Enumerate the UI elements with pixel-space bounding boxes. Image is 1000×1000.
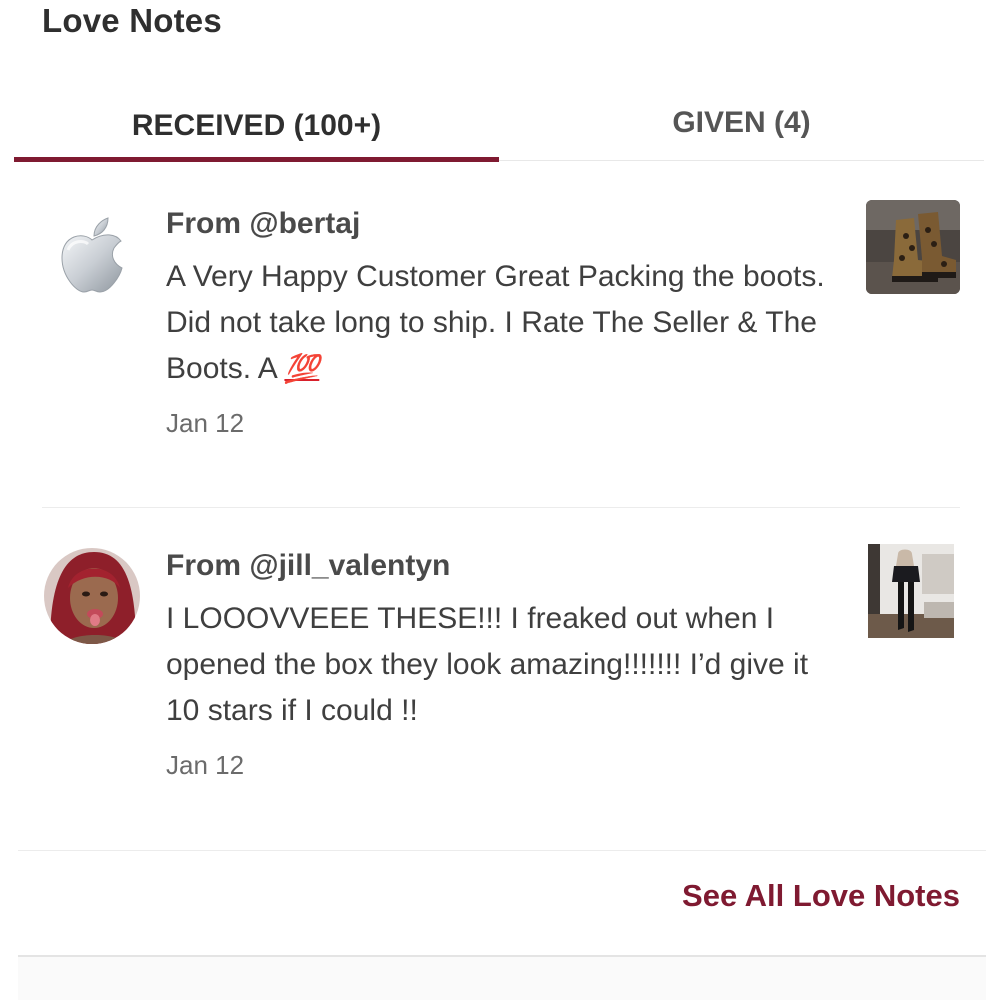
apple-logo-icon[interactable]: [48, 210, 136, 298]
note-body: I LOOOVVEEE THESE!!! I freaked out when …: [166, 602, 809, 727]
note-body-text: A Very Happy Customer Great Packing the …: [166, 260, 825, 385]
tab-received[interactable]: RECEIVED (100+): [14, 85, 499, 161]
hundred-points-icon: 💯: [284, 353, 320, 384]
note-date: Jan 12: [166, 408, 245, 438]
tab-divider: [499, 160, 984, 161]
see-all-love-notes-link[interactable]: See All Love Notes: [682, 878, 960, 914]
note-content: From @bertaj A Very Happy Customer Great…: [166, 198, 826, 439]
bottom-band: [18, 957, 986, 1000]
note-body: A Very Happy Customer Great Packing the …: [166, 254, 826, 392]
love-notes-panel: Love Notes RECEIVED (100+) GIVEN (4) Fro…: [0, 0, 1000, 1000]
thigh-high-boots-photo[interactable]: [868, 544, 954, 638]
love-note-item: From @bertaj A Very Happy Customer Great…: [42, 198, 960, 458]
page-title: Love Notes: [42, 2, 222, 39]
note-sender[interactable]: From @jill_valentyn: [166, 546, 826, 586]
tab-given[interactable]: GIVEN (4): [499, 85, 984, 161]
note-date: Jan 12: [166, 750, 245, 780]
user-photo-avatar[interactable]: [44, 548, 140, 644]
product-thumbnail: [866, 200, 960, 294]
section-divider: [18, 850, 986, 851]
tab-bar: RECEIVED (100+) GIVEN (4): [14, 85, 984, 163]
note-sender[interactable]: From @bertaj: [166, 204, 826, 244]
product-thumbnail: [868, 544, 954, 638]
avatar: [44, 548, 140, 644]
leopard-boots-photo[interactable]: [866, 200, 960, 294]
note-content: From @jill_valentyn I LOOOVVEEE THESE!!!…: [166, 540, 826, 781]
apple-logo-icon: [61, 217, 123, 293]
active-tab-indicator: [14, 157, 499, 162]
love-note-item: From @jill_valentyn I LOOOVVEEE THESE!!!…: [42, 540, 960, 800]
note-divider: [42, 507, 960, 508]
